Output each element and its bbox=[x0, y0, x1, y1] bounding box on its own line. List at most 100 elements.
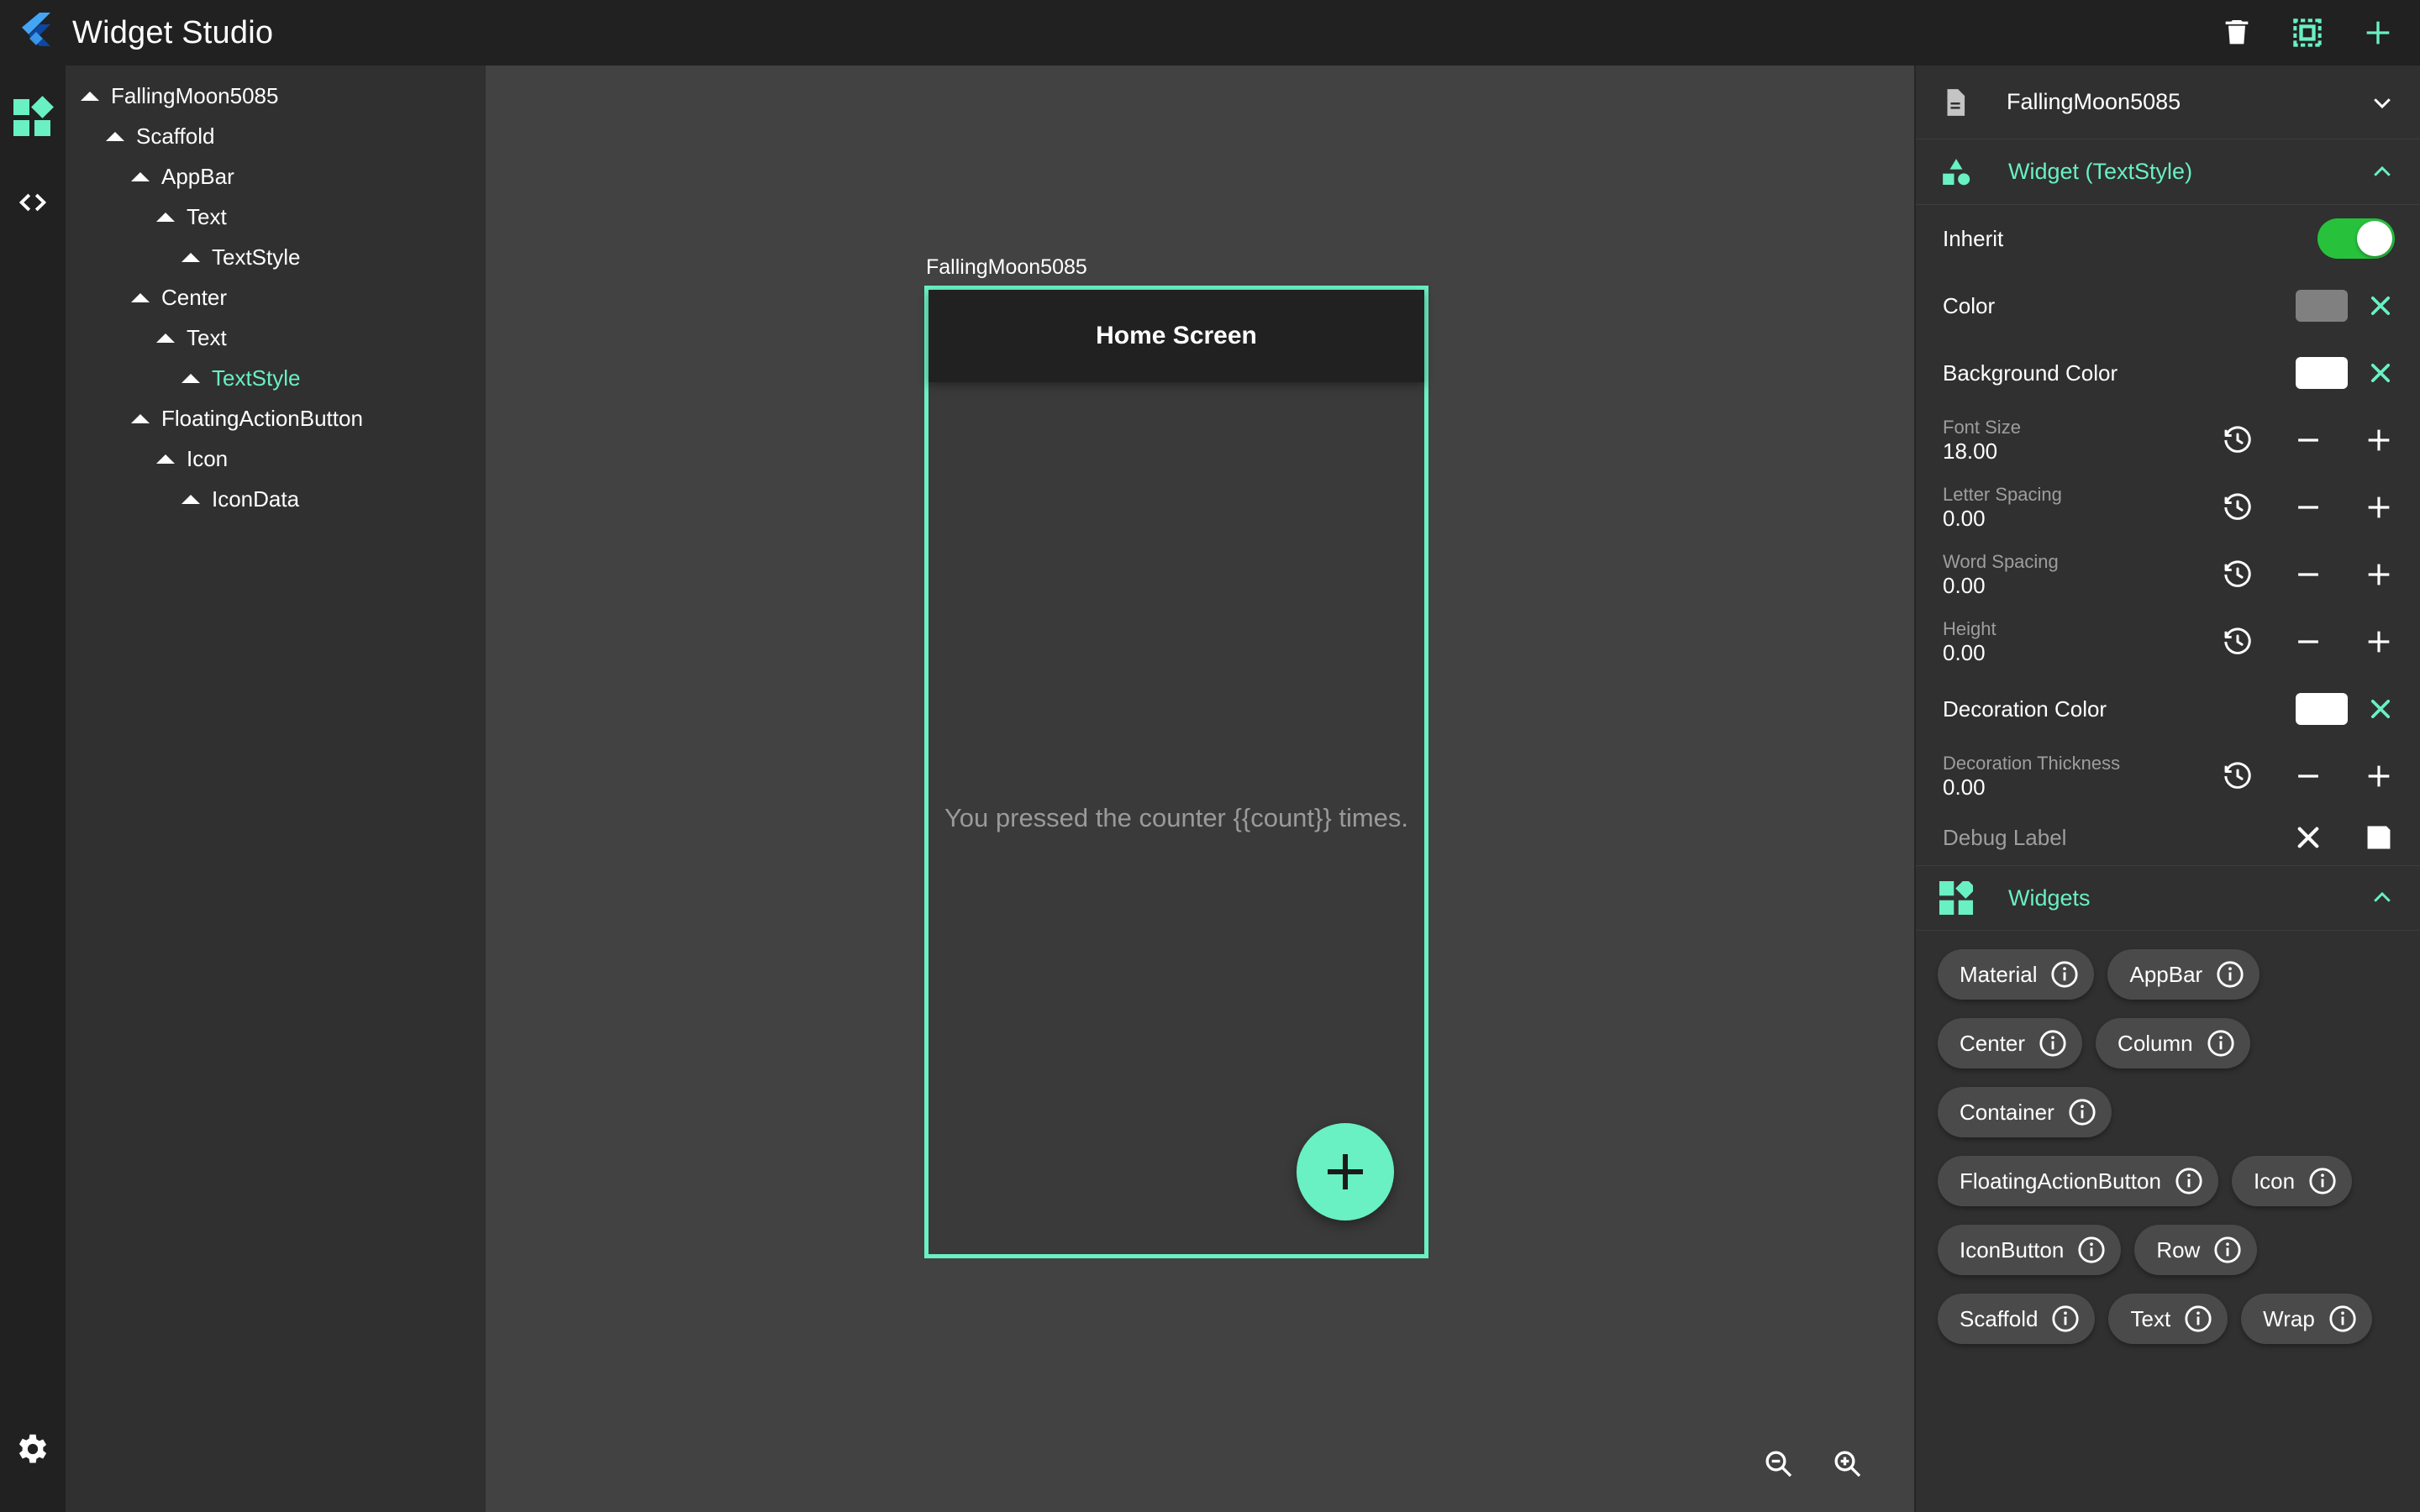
shapes-icon bbox=[1943, 158, 1970, 185]
app-title: Widget Studio bbox=[72, 14, 274, 50]
decrement-button[interactable] bbox=[2292, 491, 2324, 523]
property-row-inherit: Inherit bbox=[1916, 205, 2420, 272]
restore-history-icon[interactable] bbox=[2222, 559, 2254, 591]
tree-node-floatingactionbutton[interactable]: FloatingActionButton bbox=[66, 398, 486, 438]
info-icon[interactable] bbox=[2039, 1029, 2067, 1058]
decrement-button[interactable] bbox=[2292, 626, 2324, 658]
decrement-button[interactable] bbox=[2292, 559, 2324, 591]
stepper-controls bbox=[2222, 626, 2395, 658]
info-icon[interactable] bbox=[2308, 1167, 2337, 1195]
info-icon[interactable] bbox=[2328, 1305, 2357, 1333]
zoom-out-icon[interactable] bbox=[1761, 1446, 1795, 1480]
tree-caret-icon[interactable] bbox=[156, 333, 175, 343]
chevron-up-icon[interactable] bbox=[2370, 885, 2395, 911]
widget-chip-appbar[interactable]: AppBar bbox=[2107, 949, 2260, 1000]
tree-node-textstyle[interactable]: TextStyle bbox=[66, 237, 486, 277]
widget-chip-scaffold[interactable]: Scaffold bbox=[1938, 1294, 2096, 1344]
tree-caret-icon[interactable] bbox=[81, 91, 99, 101]
tree-node-appbar[interactable]: AppBar bbox=[66, 156, 486, 197]
decrement-button[interactable] bbox=[2292, 424, 2324, 456]
property-label: Inherit bbox=[1943, 225, 2004, 251]
increment-button[interactable] bbox=[2363, 626, 2395, 658]
restore-history-icon[interactable] bbox=[2222, 491, 2254, 523]
save-icon[interactable] bbox=[2363, 822, 2395, 853]
tree-caret-icon[interactable] bbox=[182, 373, 200, 383]
info-icon[interactable] bbox=[2077, 1236, 2106, 1264]
clear-icon[interactable] bbox=[2366, 291, 2395, 320]
info-icon[interactable] bbox=[2050, 960, 2079, 989]
tree-node-center[interactable]: Center bbox=[66, 277, 486, 318]
widget-chip-floatingactionbutton[interactable]: FloatingActionButton bbox=[1938, 1156, 2218, 1206]
inherit-toggle[interactable] bbox=[2317, 218, 2395, 259]
increment-button[interactable] bbox=[2363, 760, 2395, 792]
widget-chip-container[interactable]: Container bbox=[1938, 1087, 2112, 1137]
info-icon[interactable] bbox=[2213, 1236, 2242, 1264]
plus-icon[interactable] bbox=[2361, 16, 2395, 50]
clear-icon[interactable] bbox=[2366, 359, 2395, 387]
device-appbar-title: Home Screen bbox=[1096, 322, 1257, 349]
tree-node-text[interactable]: Text bbox=[66, 318, 486, 358]
widget-chip-row[interactable]: Row bbox=[2134, 1225, 2258, 1275]
tree-caret-icon[interactable] bbox=[131, 413, 150, 423]
property-value-stack: Debug Label bbox=[1943, 824, 2066, 852]
property-row-word-spacing: Word Spacing 0.00 bbox=[1916, 541, 2420, 608]
widget-chip-column[interactable]: Column bbox=[2096, 1018, 2250, 1068]
info-icon[interactable] bbox=[2216, 960, 2244, 989]
property-row-font-size: Font Size 18.00 bbox=[1916, 407, 2420, 474]
tree-caret-icon[interactable] bbox=[182, 494, 200, 504]
property-label: Letter Spacing bbox=[1943, 483, 2062, 505]
zoom-in-icon[interactable] bbox=[1830, 1446, 1864, 1480]
widget-section-header[interactable]: Widget (TextStyle) bbox=[1916, 139, 2420, 205]
property-row-height: Height 0.00 bbox=[1916, 608, 2420, 675]
clear-icon[interactable] bbox=[2292, 822, 2324, 853]
increment-button[interactable] bbox=[2363, 559, 2395, 591]
widget-chip-center[interactable]: Center bbox=[1938, 1018, 2083, 1068]
properties-header[interactable]: FallingMoon5085 bbox=[1916, 66, 2420, 139]
info-icon[interactable] bbox=[2051, 1305, 2080, 1333]
widget-chip-wrap[interactable]: Wrap bbox=[2241, 1294, 2372, 1344]
widget-chip-material[interactable]: Material bbox=[1938, 949, 2095, 1000]
color-swatch[interactable] bbox=[2296, 290, 2348, 322]
widget-chip-icon[interactable]: Icon bbox=[2231, 1156, 2353, 1206]
widget-chip-text[interactable]: Text bbox=[2108, 1294, 2228, 1344]
tree-caret-icon[interactable] bbox=[131, 292, 150, 302]
info-icon[interactable] bbox=[2207, 1029, 2235, 1058]
preview-canvas[interactable]: FallingMoon5085 Home Screen You pressed … bbox=[486, 66, 1916, 1512]
restore-history-icon[interactable] bbox=[2222, 626, 2254, 658]
tree-node-textstyle[interactable]: TextStyle bbox=[66, 358, 486, 398]
rail-widgets-button[interactable] bbox=[13, 96, 54, 138]
chevron-down-icon[interactable] bbox=[2370, 90, 2395, 115]
tree-caret-icon[interactable] bbox=[156, 454, 175, 464]
restore-history-icon[interactable] bbox=[2222, 760, 2254, 792]
tree-node-icondata[interactable]: IconData bbox=[66, 479, 486, 519]
tree-caret-icon[interactable] bbox=[106, 131, 124, 141]
color-swatch[interactable] bbox=[2296, 357, 2348, 389]
info-icon[interactable] bbox=[2175, 1167, 2203, 1195]
restore-history-icon[interactable] bbox=[2222, 424, 2254, 456]
chevron-up-icon[interactable] bbox=[2370, 160, 2395, 185]
device-preview[interactable]: Home Screen You pressed the counter {{co… bbox=[924, 286, 1428, 1258]
rail-settings-button[interactable] bbox=[13, 1430, 52, 1468]
clear-icon[interactable] bbox=[2366, 695, 2395, 723]
color-swatch[interactable] bbox=[2296, 693, 2348, 725]
tree-caret-icon[interactable] bbox=[131, 171, 150, 181]
decrement-button[interactable] bbox=[2292, 760, 2324, 792]
tree-node-fallingmoon5085[interactable]: FallingMoon5085 bbox=[66, 76, 486, 116]
titlebar: Widget Studio bbox=[0, 0, 2420, 66]
info-icon[interactable] bbox=[2184, 1305, 2212, 1333]
tree-node-icon[interactable]: Icon bbox=[66, 438, 486, 479]
tree-node-text[interactable]: Text bbox=[66, 197, 486, 237]
widget-chip-iconbutton[interactable]: IconButton bbox=[1938, 1225, 2122, 1275]
info-icon[interactable] bbox=[2068, 1098, 2096, 1126]
tree-node-scaffold[interactable]: Scaffold bbox=[66, 116, 486, 156]
trash-icon[interactable] bbox=[2220, 16, 2254, 50]
tree-caret-icon[interactable] bbox=[182, 252, 200, 262]
tree-caret-icon[interactable] bbox=[156, 212, 175, 222]
dashed-selection-icon[interactable] bbox=[2291, 16, 2324, 50]
property-row-color: Color bbox=[1916, 272, 2420, 339]
increment-button[interactable] bbox=[2363, 491, 2395, 523]
rail-code-button[interactable] bbox=[13, 183, 52, 222]
increment-button[interactable] bbox=[2363, 424, 2395, 456]
device-floating-action-button[interactable] bbox=[1297, 1123, 1394, 1221]
widgets-section-header[interactable]: Widgets bbox=[1916, 865, 2420, 931]
